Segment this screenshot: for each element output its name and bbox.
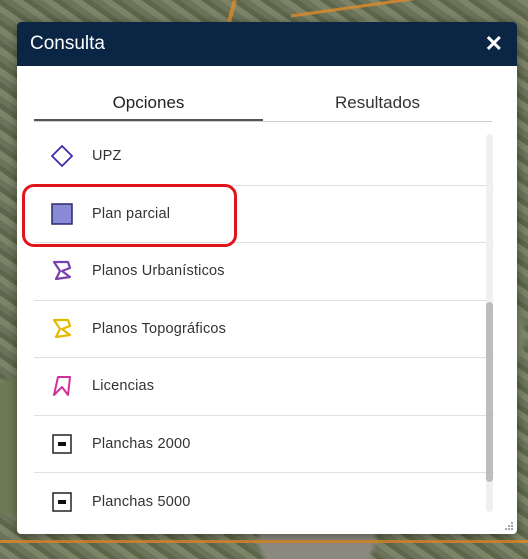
planchas-5000-icon — [48, 490, 76, 514]
dialog-header: Consulta ✕ — [17, 22, 517, 66]
list-item-label: UPZ — [92, 148, 122, 165]
list-item-planos-urbanisticos[interactable]: Planos Urbanísticos — [34, 243, 494, 301]
list-item-label: Plan parcial — [92, 205, 171, 222]
list-item-label: Licencias — [92, 378, 155, 395]
list-item-label: Planos Urbanísticos — [92, 263, 225, 280]
resize-grip-icon[interactable] — [504, 521, 514, 531]
list-scrollbar[interactable] — [486, 134, 493, 512]
tab-opciones[interactable]: Opciones — [34, 83, 263, 121]
list-item-planchas-2000[interactable]: Planchas 2000 — [34, 416, 494, 473]
tab-resultados[interactable]: Resultados — [263, 83, 492, 121]
planos-urbanisticos-polygon-icon — [48, 259, 76, 283]
options-list: UPZ Plan parcial Planos Urbanísticos Pla… — [34, 128, 494, 518]
tab-bar: Opciones Resultados — [34, 83, 492, 122]
planos-topograficos-polygon-icon — [48, 317, 76, 341]
plan-parcial-square-icon — [48, 202, 76, 226]
list-item-label: Planchas 5000 — [92, 493, 191, 510]
list-item-plan-parcial[interactable]: Plan parcial — [34, 186, 494, 243]
list-item-planchas-5000[interactable]: Planchas 5000 — [34, 473, 494, 518]
close-button[interactable]: ✕ — [485, 33, 503, 55]
dialog-title: Consulta — [30, 33, 105, 54]
licencias-polygon-icon — [48, 374, 76, 398]
scrollbar-thumb[interactable] — [486, 302, 493, 482]
upz-diamond-icon — [48, 144, 76, 168]
planchas-2000-icon — [48, 432, 76, 456]
list-item-label: Planos Topográficos — [92, 320, 227, 337]
list-item-label: Planchas 2000 — [92, 435, 191, 452]
list-item-planos-topograficos[interactable]: Planos Topográficos — [34, 301, 494, 358]
list-item-upz[interactable]: UPZ — [34, 128, 494, 186]
map-road — [0, 540, 528, 543]
list-item-licencias[interactable]: Licencias — [34, 358, 494, 416]
